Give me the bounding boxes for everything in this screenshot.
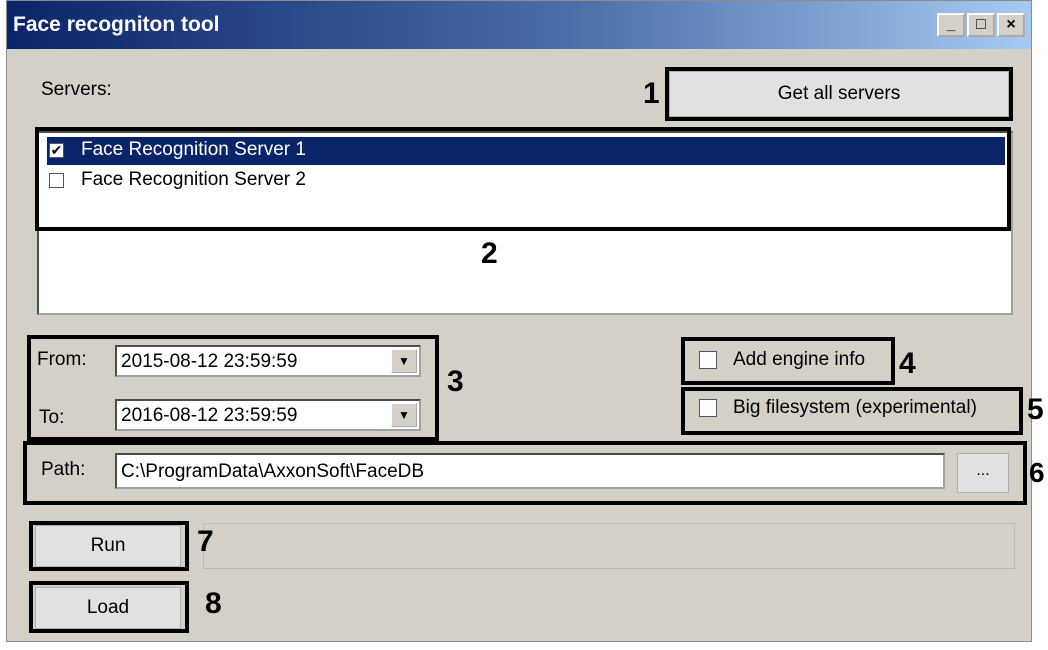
callout-box-3 (27, 335, 439, 441)
title-bar[interactable]: Face recogniton tool _ □ × (7, 1, 1031, 49)
progress-bar (203, 523, 1015, 569)
callout-number-3: 3 (447, 365, 464, 398)
close-button[interactable]: × (997, 13, 1025, 37)
callout-number-8: 8 (205, 587, 222, 620)
callout-box-5 (681, 387, 1023, 435)
minimize-button[interactable]: _ (937, 13, 965, 37)
callout-number-7: 7 (197, 525, 214, 558)
callout-box-8 (29, 581, 189, 633)
callout-box-4 (681, 337, 895, 385)
callout-box-1 (665, 67, 1013, 121)
callout-number-2: 2 (481, 237, 498, 270)
callout-number-4: 4 (899, 347, 916, 380)
callout-box-2 (35, 127, 1011, 231)
servers-label: Servers: (41, 79, 112, 100)
callout-number-6: 6 (1029, 457, 1045, 488)
callout-number-5: 5 (1027, 393, 1044, 426)
callout-box-6 (23, 441, 1027, 505)
callout-box-7 (29, 521, 189, 571)
maximize-button[interactable]: □ (967, 13, 995, 37)
app-window: Face recogniton tool _ □ × Servers: Get … (6, 0, 1045, 642)
callout-number-1: 1 (643, 77, 660, 110)
window-title: Face recogniton tool (13, 13, 220, 36)
